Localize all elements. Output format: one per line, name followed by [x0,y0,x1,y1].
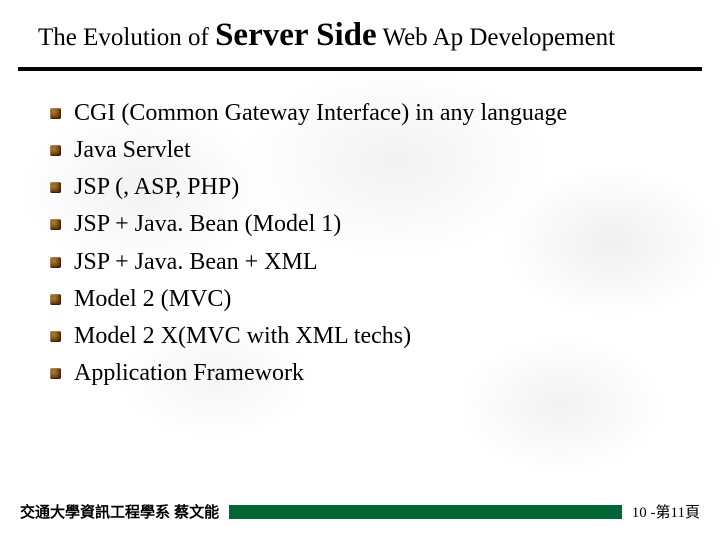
list-item: JSP + Java. Bean + XML [50,244,700,281]
footer-author: 交通大學資訊工程學系 蔡文能 [20,501,219,522]
bullet-text: Model 2 X(MVC with XML techs) [74,323,411,349]
list-item: Model 2 X(MVC with XML techs) [50,318,700,355]
list-item: Application Framework [50,355,700,392]
title-post: Web Ap Developement [377,24,615,51]
list-item: JSP + Java. Bean (Model 1) [50,206,700,243]
bullet-text: JSP (, ASP, PHP) [74,174,239,200]
slide: The Evolution of Server Side Web Ap Deve… [0,0,720,540]
title-pre: The Evolution of [38,24,215,51]
list-item: JSP (, ASP, PHP) [50,169,700,206]
bullet-text: CGI (Common Gateway Interface) in any la… [74,100,567,126]
footer: 交通大學資訊工程學系 蔡文能 10 -第11頁 [0,501,720,522]
bullet-text: Java Servlet [74,137,191,163]
bullet-text: Application Framework [74,360,304,386]
list-item: CGI (Common Gateway Interface) in any la… [50,95,700,132]
list-item: Java Servlet [50,132,700,169]
bullet-text: JSP + Java. Bean + XML [74,249,318,275]
footer-bar [229,505,622,519]
bullet-list: CGI (Common Gateway Interface) in any la… [50,95,700,393]
content-area: CGI (Common Gateway Interface) in any la… [0,71,720,393]
bullet-text: Model 2 (MVC) [74,286,231,312]
bullet-text: JSP + Java. Bean (Model 1) [74,211,341,237]
slide-title: The Evolution of Server Side Web Ap Deve… [38,14,696,57]
list-item: Model 2 (MVC) [50,281,700,318]
footer-page-number: 10 -第11頁 [632,501,700,522]
title-area: The Evolution of Server Side Web Ap Deve… [0,0,720,65]
title-emphasis: Server Side [215,17,377,53]
